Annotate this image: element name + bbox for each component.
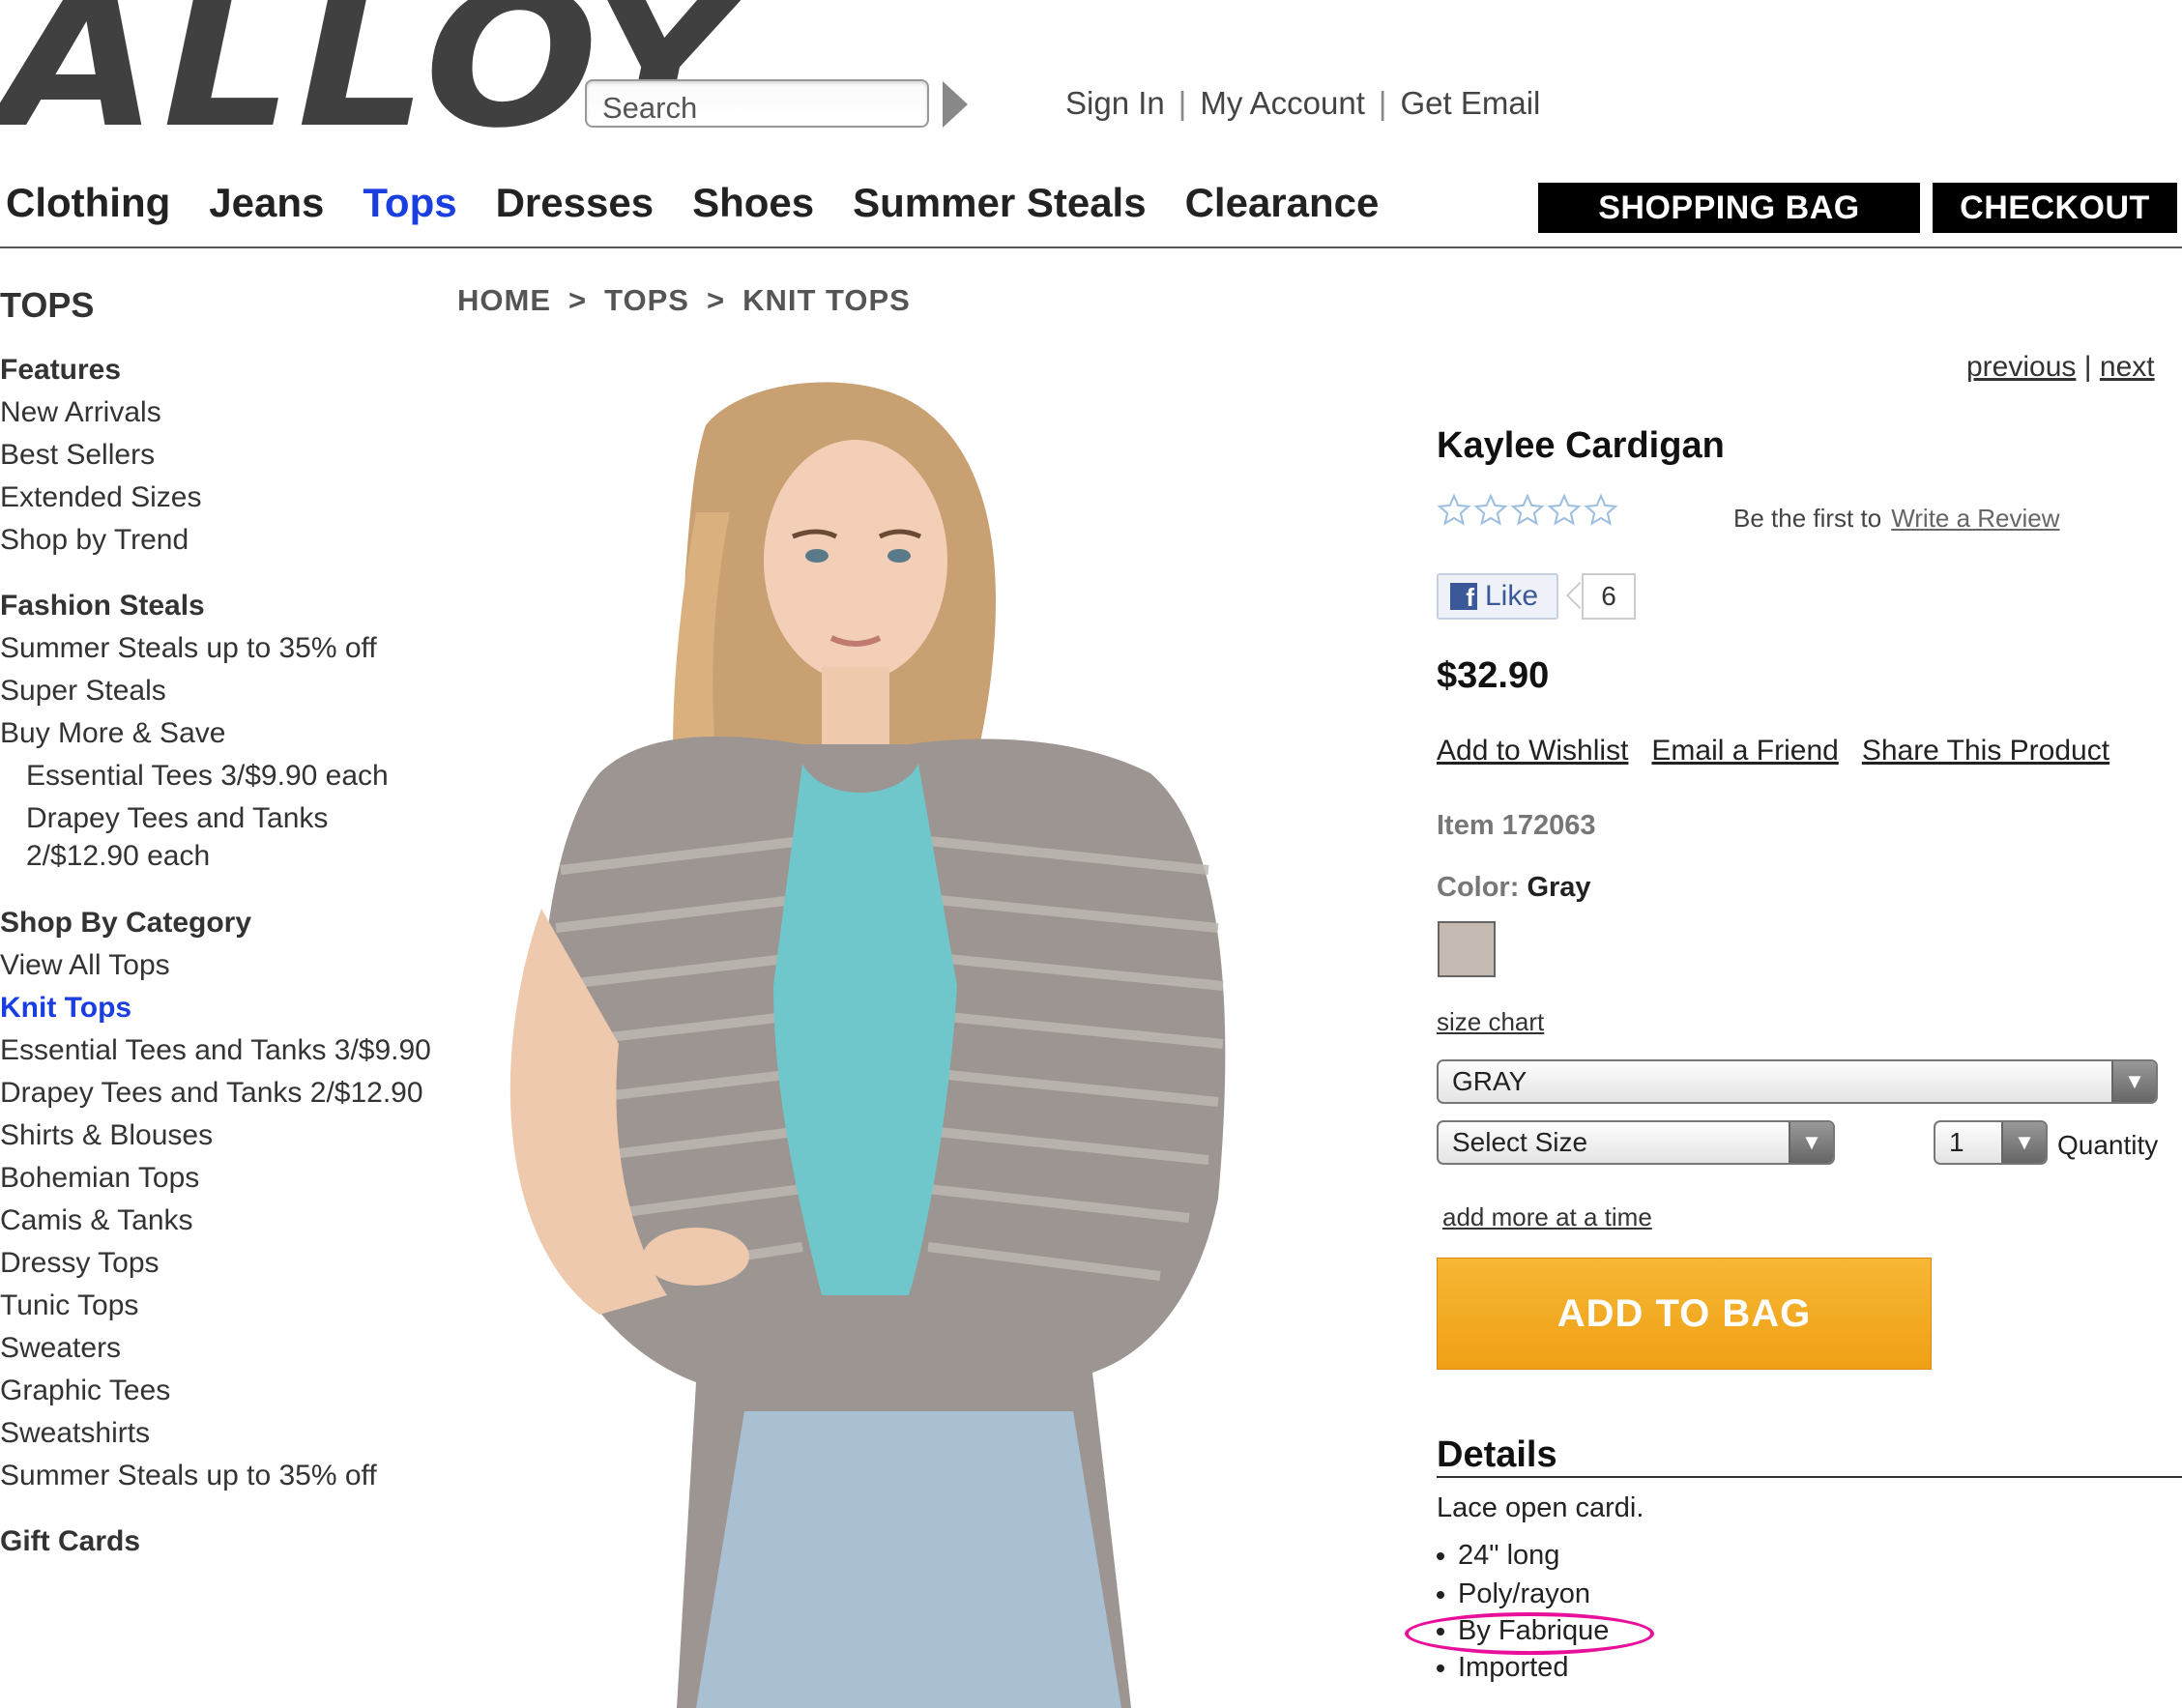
chevron-down-icon: ▼: [1789, 1122, 1833, 1163]
details-heading: Details: [1437, 1434, 1557, 1475]
search-submit-arrow-icon[interactable]: [943, 81, 968, 128]
breadcrumb: HOME > TOPS > KNIT TOPS: [457, 283, 911, 317]
review-prompt: Be the first to Write a Review: [1733, 504, 2060, 533]
sidebar-item-sweatshirts[interactable]: Sweatshirts: [0, 1419, 150, 1448]
shopping-bag-button[interactable]: SHOPPING BAG: [1538, 183, 1920, 233]
next-link[interactable]: next: [2100, 351, 2155, 383]
sidebar-item-camis-tanks[interactable]: Camis & Tanks: [0, 1206, 193, 1235]
like-count: 6: [1582, 573, 1636, 620]
color-value: Gray: [1527, 872, 1591, 903]
sign-in-link[interactable]: Sign In: [1065, 85, 1165, 121]
sidebar-heading-features: Features: [0, 354, 122, 386]
checkout-button[interactable]: CHECKOUT: [1933, 183, 2177, 233]
star-icon[interactable]: [1510, 491, 1545, 530]
sidebar-item-view-all-tops[interactable]: View All Tops: [0, 951, 170, 980]
breadcrumb-tops[interactable]: TOPS: [604, 283, 689, 317]
sidebar-item-shop-by-trend[interactable]: Shop by Trend: [0, 526, 189, 555]
product-actions: Add to Wishlist Email a Friend Share Thi…: [1437, 735, 2109, 767]
list-item: Poly/rayon: [1437, 1578, 1590, 1610]
sidebar-item-essential-tees[interactable]: Essential Tees 3/$9.90 each: [26, 762, 389, 791]
sidebar-item-summer-steals-category[interactable]: Summer Steals up to 35% off: [0, 1462, 377, 1491]
breadcrumb-home[interactable]: HOME: [457, 283, 551, 317]
nav-dresses[interactable]: Dresses: [496, 180, 654, 226]
email-a-friend-link[interactable]: Email a Friend: [1651, 735, 1838, 767]
sidebar-item-sweaters[interactable]: Sweaters: [0, 1334, 121, 1363]
sidebar-item-drapey-tees-tanks[interactable]: Drapey Tees and Tanks 2/$12.90: [0, 1079, 423, 1108]
facebook-like-button[interactable]: f Like: [1437, 573, 1558, 620]
details-divider: [1437, 1476, 2182, 1478]
sidebar-item-buy-more-save[interactable]: Buy More & Save: [0, 719, 225, 748]
sidebar-item-gift-cards[interactable]: Gift Cards: [0, 1527, 140, 1556]
sidebar-heading-shop-by-category: Shop By Category: [0, 907, 252, 939]
my-account-link[interactable]: My Account: [1200, 85, 1365, 121]
search-input[interactable]: Search: [585, 79, 929, 128]
size-select[interactable]: Select Size ▼: [1437, 1120, 1835, 1165]
get-email-link[interactable]: Get Email: [1400, 85, 1540, 121]
sidebar-item-tunic-tops[interactable]: Tunic Tops: [0, 1291, 138, 1320]
nav-clothing[interactable]: Clothing: [6, 180, 170, 226]
sidebar-item-super-steals[interactable]: Super Steals: [0, 677, 166, 706]
star-icon[interactable]: [1584, 491, 1618, 530]
star-icon[interactable]: [1437, 491, 1471, 530]
sidebar-item-best-sellers[interactable]: Best Sellers: [0, 441, 155, 470]
chevron-down-icon: ▼: [2111, 1061, 2156, 1102]
quantity-label: Quantity: [2057, 1130, 2159, 1160]
main-nav: Clothing Jeans Tops Dresses Shoes Summer…: [6, 180, 1379, 226]
sidebar-item-knit-tops[interactable]: Knit Tops: [0, 994, 131, 1023]
sidebar-title: TOPS: [0, 285, 95, 325]
annotation-highlight-circle: [1405, 1612, 1654, 1655]
facebook-icon: f: [1450, 583, 1477, 610]
sidebar-item-new-arrivals[interactable]: New Arrivals: [0, 398, 161, 427]
add-to-bag-button[interactable]: ADD TO BAG: [1437, 1258, 1932, 1370]
write-review-link[interactable]: Write a Review: [1891, 504, 2059, 533]
color-label: Color: Gray: [1437, 872, 1591, 903]
list-item: Imported: [1437, 1652, 1568, 1684]
quantity-select[interactable]: 1 ▼: [1934, 1120, 2048, 1165]
sidebar-item-graphic-tees[interactable]: Graphic Tees: [0, 1376, 170, 1405]
share-this-product-link[interactable]: Share This Product: [1862, 735, 2109, 767]
breadcrumb-knit-tops[interactable]: KNIT TOPS: [742, 283, 911, 317]
add-more-link[interactable]: add more at a time: [1442, 1202, 1652, 1232]
nav-summer-steals[interactable]: Summer Steals: [853, 180, 1146, 226]
nav-clearance[interactable]: Clearance: [1185, 180, 1380, 226]
sidebar-item-extended-sizes[interactable]: Extended Sizes: [0, 483, 201, 512]
rating-stars[interactable]: [1437, 491, 1618, 530]
nav-shoes[interactable]: Shoes: [692, 180, 814, 226]
sidebar-item-summer-steals[interactable]: Summer Steals up to 35% off: [0, 634, 377, 663]
item-number: Item 172063: [1437, 810, 1596, 841]
sidebar-item-drapey-tees-price[interactable]: 2/$12.90 each: [26, 842, 210, 871]
product-title: Kaylee Cardigan: [1437, 425, 1725, 466]
product-price: $32.90: [1437, 655, 1550, 696]
sidebar-item-drapey-tees[interactable]: Drapey Tees and Tanks: [26, 804, 328, 833]
star-icon[interactable]: [1547, 491, 1582, 530]
size-chart-link[interactable]: size chart: [1437, 1007, 1544, 1037]
product-pager: previous | next: [1966, 351, 2155, 383]
color-select[interactable]: GRAY ▼: [1437, 1059, 2158, 1104]
color-swatch-gray[interactable]: [1438, 921, 1496, 977]
sidebar-item-essential-tees-tanks[interactable]: Essential Tees and Tanks 3/$9.90: [0, 1036, 431, 1065]
nav-tops[interactable]: Tops: [363, 180, 456, 226]
previous-link[interactable]: previous: [1966, 351, 2076, 383]
sidebar-item-bohemian-tops[interactable]: Bohemian Tops: [0, 1164, 199, 1193]
sidebar-heading-fashion-steals: Fashion Steals: [0, 590, 205, 622]
add-to-wishlist-link[interactable]: Add to Wishlist: [1437, 735, 1628, 767]
sidebar-item-dressy-tops[interactable]: Dressy Tops: [0, 1249, 160, 1278]
account-links: Sign In | My Account | Get Email: [1065, 85, 1541, 121]
details-description: Lace open cardi.: [1437, 1492, 1644, 1523]
chevron-down-icon: ▼: [2001, 1122, 2046, 1163]
nav-jeans[interactable]: Jeans: [209, 180, 324, 226]
alloy-logo[interactable]: ALLOY: [0, 0, 740, 155]
list-item: 24" long: [1437, 1540, 1559, 1572]
sidebar-item-shirts-blouses[interactable]: Shirts & Blouses: [0, 1121, 213, 1150]
product-image[interactable]: [454, 367, 1324, 1708]
star-icon[interactable]: [1473, 491, 1508, 530]
nav-divider: [0, 246, 2182, 248]
